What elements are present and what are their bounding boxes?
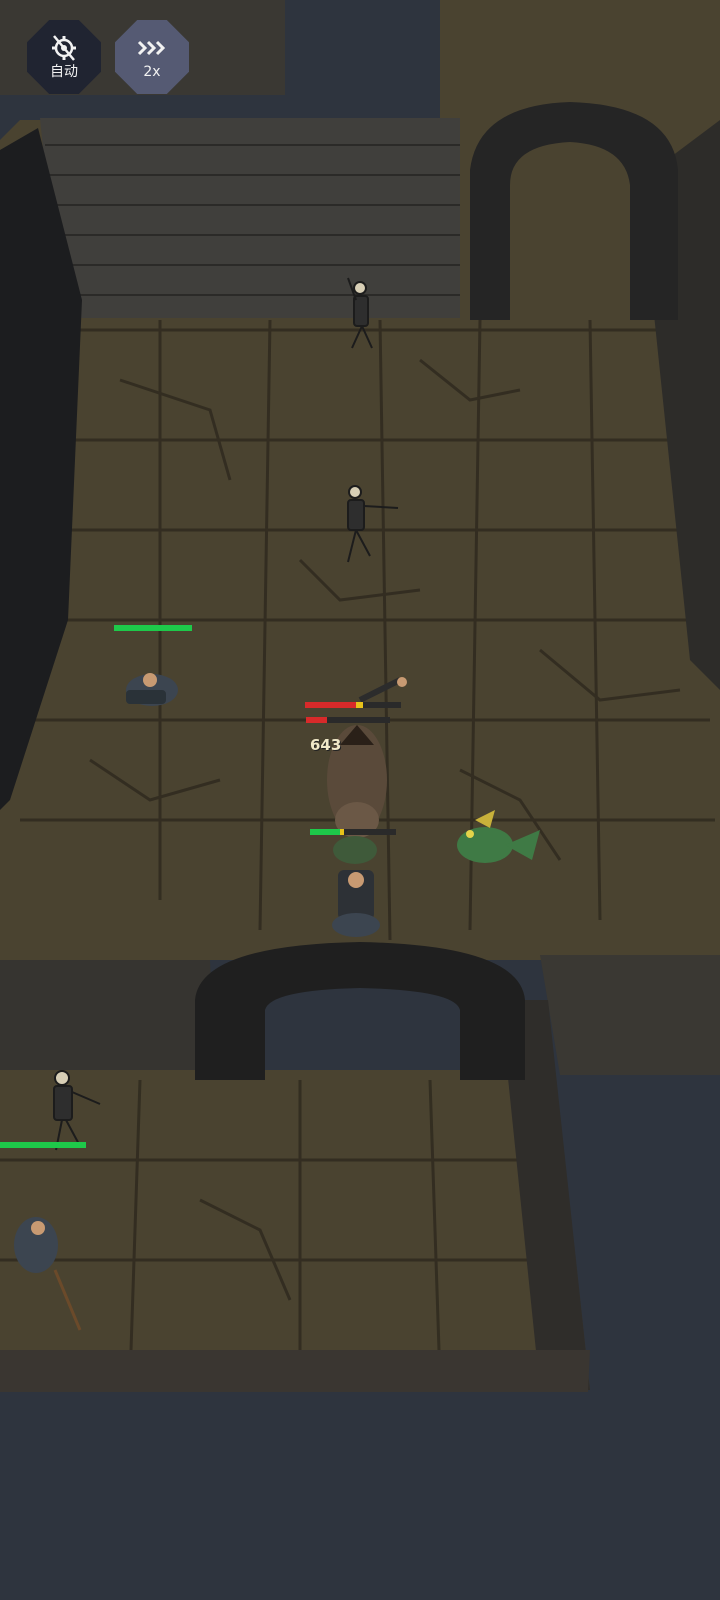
boss-health-bar <box>305 702 401 708</box>
ally-left-health-bar <box>114 625 192 631</box>
lower-left-ledge <box>0 960 215 1080</box>
auto-gear-off-icon <box>52 35 76 61</box>
hero-health-fill <box>310 829 345 835</box>
lower-room-floor <box>0 1070 590 1390</box>
dungeon-scene <box>0 0 720 1600</box>
speed-label: 2x <box>143 64 161 80</box>
upper-corridor-floor <box>440 0 720 120</box>
back-wall <box>40 118 460 318</box>
boss-secondary-health-bar <box>306 717 390 723</box>
hero-health-bar <box>310 829 396 835</box>
ally-left-health-fill <box>114 625 192 631</box>
lower-room-edge <box>0 1350 590 1392</box>
fast-forward-icon <box>137 40 166 56</box>
ally-bottom-left-health-fill <box>0 1142 86 1148</box>
lower-right-ledge <box>540 955 720 1075</box>
auto-battle-label: 自动 <box>50 64 78 80</box>
boss-secondary-health-fill <box>306 717 327 723</box>
damage-number: 643 <box>310 736 342 754</box>
ally-bottom-left-health-bar <box>0 1142 86 1148</box>
boss-health-fill <box>305 702 363 708</box>
hero-party[interactable] <box>332 836 380 937</box>
